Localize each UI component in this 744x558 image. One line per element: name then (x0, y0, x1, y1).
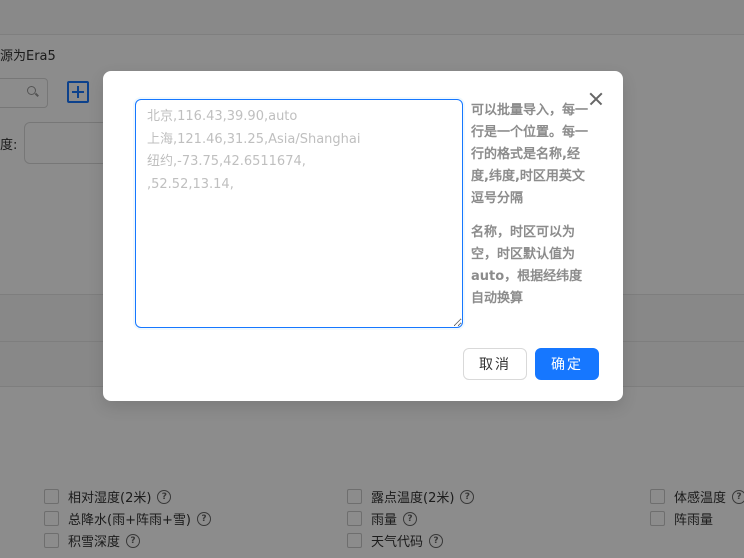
batch-import-textarea[interactable] (135, 99, 463, 328)
hint-defaults: 名称，时区可以为空，时区默认值为auto，根据经纬度自动换算 (471, 225, 583, 306)
hint-format: 可以批量导入，每一行是一个位置。每一行的格式是名称,经度,纬度,时区用英文逗号分… (471, 103, 589, 206)
close-icon[interactable] (587, 90, 605, 108)
import-hint: 可以批量导入，每一行是一个位置。每一行的格式是名称,经度,纬度,时区用英文逗号分… (471, 100, 589, 322)
batch-import-dialog: 可以批量导入，每一行是一个位置。每一行的格式是名称,经度,纬度,时区用英文逗号分… (103, 71, 623, 401)
confirm-button[interactable]: 确定 (535, 348, 599, 380)
cancel-button[interactable]: 取消 (463, 348, 527, 380)
